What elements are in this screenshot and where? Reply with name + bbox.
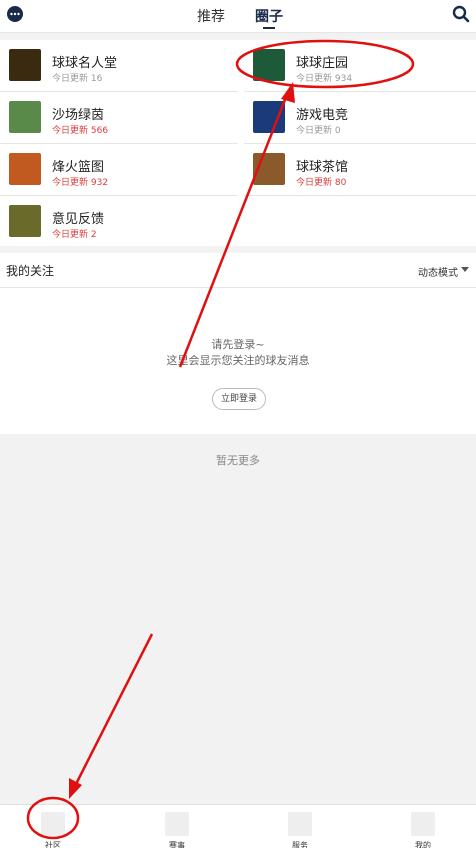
annotation-arrow-bottom-shaft [71,633,154,791]
circle-item[interactable]: 球球名人堂 今日更新 16 [0,40,238,92]
circle-update-count: 今日更新 934 [296,74,353,84]
circle-name: 球球名人堂 [52,56,118,71]
nav-item-community[interactable]: 社区 [23,809,83,848]
circle-update-count: 今日更新 0 [296,126,341,136]
page: 推荐 圈子 球球名人堂 今日更新 16 球球庄园 今日更新 934 沙场绿茵 今… [0,0,476,848]
circle-thumbnail [9,205,41,237]
login-prompt-detail: 这里会显示您关注的球友消息 [166,354,310,367]
nav-item-matches[interactable]: 赛事 [147,809,207,848]
top-bar: 推荐 圈子 [0,0,476,33]
matches-icon [165,812,189,836]
circle-update-count: 今日更新 566 [52,126,109,136]
circle-name: 游戏电竞 [296,108,349,123]
profile-icon [411,812,435,836]
nav-item-service[interactable]: 服务 [270,809,330,848]
bottom-nav: 社区 赛事 服务 我的 [0,804,476,848]
circle-thumbnail [9,153,41,185]
annotation-arrow-bottom-head [69,778,82,799]
circle-thumbnail [253,153,285,185]
circle-name: 球球庄园 [296,56,349,71]
nav-label: 我的 [415,841,431,848]
circle-item[interactable]: 球球茶馆 今日更新 80 [244,144,476,196]
no-more-text: 暂无更多 [216,454,260,467]
circle-update-count: 今日更新 80 [296,178,347,188]
circle-thumbnail [9,49,41,81]
circle-update-count: 今日更新 2 [52,230,97,240]
mode-selector[interactable]: 动态模式 [418,264,458,279]
circle-thumbnail [253,101,285,133]
active-tab-indicator [263,27,275,29]
caret-down-icon[interactable] [461,267,469,272]
community-icon [41,812,65,836]
circle-name: 烽火篮图 [52,160,105,175]
tab-circle[interactable]: 圈子 [255,6,283,26]
circle-name: 沙场绿茵 [52,108,105,123]
circle-item[interactable]: 意见反馈 今日更新 2 [0,196,238,247]
circle-update-count: 今日更新 932 [52,178,109,188]
circle-name: 球球茶馆 [296,160,349,175]
search-icon[interactable] [452,5,470,23]
nav-item-mine[interactable]: 我的 [393,809,453,848]
circle-thumbnail [9,101,41,133]
follow-section: 我的关注 动态模式 请先登录~ 这里会显示您关注的球友消息 立即登录 [0,253,476,434]
nav-label: 服务 [292,841,308,848]
tab-recommend[interactable]: 推荐 [197,6,225,26]
circle-item[interactable]: 烽火篮图 今日更新 932 [0,144,238,196]
circle-name: 意见反馈 [52,212,105,227]
circle-item[interactable]: 游戏电竞 今日更新 0 [244,92,476,144]
nav-label: 赛事 [169,841,185,848]
circle-item[interactable]: 球球庄园 今日更新 934 [244,40,476,92]
login-prompt: 请先登录~ [211,338,265,351]
follow-title: 我的关注 [6,264,55,278]
circle-item[interactable]: 沙场绿茵 今日更新 566 [0,92,238,144]
service-icon [288,812,312,836]
circle-update-count: 今日更新 16 [52,74,103,84]
circle-grid: 球球名人堂 今日更新 16 球球庄园 今日更新 934 沙场绿茵 今日更新 56… [0,40,476,246]
login-button[interactable]: 立即登录 [212,388,266,410]
follow-header: 我的关注 动态模式 [0,253,476,288]
chat-bubble-icon[interactable] [6,5,24,23]
circle-thumbnail [253,49,285,81]
nav-label: 社区 [45,841,61,848]
